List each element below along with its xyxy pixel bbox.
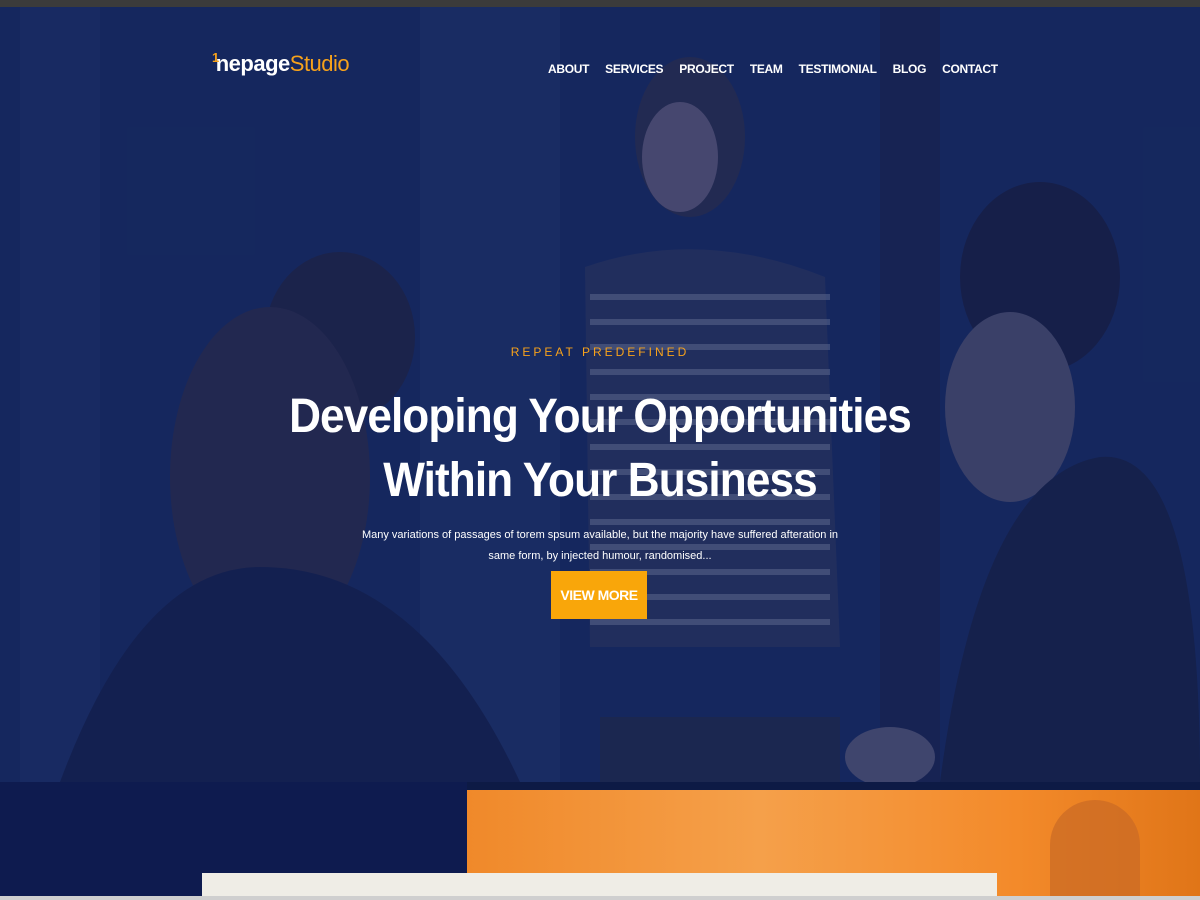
hero-headline: Developing Your Opportunities Within You… bbox=[48, 385, 1152, 513]
person-silhouette-image bbox=[1050, 800, 1140, 900]
hero-headline-line-1: Developing Your Opportunities bbox=[289, 390, 912, 443]
brand-logo[interactable]: 1nepageStudio bbox=[212, 50, 350, 77]
nav-link-blog[interactable]: BLOG bbox=[893, 62, 927, 76]
hero-eyebrow: REPEAT PREDEFINED bbox=[510, 345, 690, 359]
view-more-button[interactable]: VIEW MORE bbox=[551, 571, 647, 619]
hero-section: 1nepageStudio ABOUT SERVICES PROJECT TEA… bbox=[0, 7, 1200, 782]
logo-mark: 1 bbox=[212, 50, 219, 65]
nav-link-project[interactable]: PROJECT bbox=[679, 62, 734, 76]
browser-bottom-bar bbox=[0, 896, 1200, 900]
main-navigation: ABOUT SERVICES PROJECT TEAM TESTIMONIAL … bbox=[548, 62, 998, 76]
nav-link-services[interactable]: SERVICES bbox=[605, 62, 663, 76]
nav-link-team[interactable]: TEAM bbox=[750, 62, 783, 76]
browser-top-bar bbox=[0, 0, 1200, 7]
nav-link-testimonial[interactable]: TESTIMONIAL bbox=[799, 62, 877, 76]
logo-text: nepage bbox=[215, 51, 291, 76]
nav-link-about[interactable]: ABOUT bbox=[548, 62, 589, 76]
logo-accent-text: Studio bbox=[289, 51, 350, 76]
hero-description: Many variations of passages of torem sps… bbox=[361, 529, 839, 562]
nav-link-contact[interactable]: CONTACT bbox=[942, 62, 998, 76]
hero-headline-line-2: Within Your Business bbox=[383, 454, 817, 507]
